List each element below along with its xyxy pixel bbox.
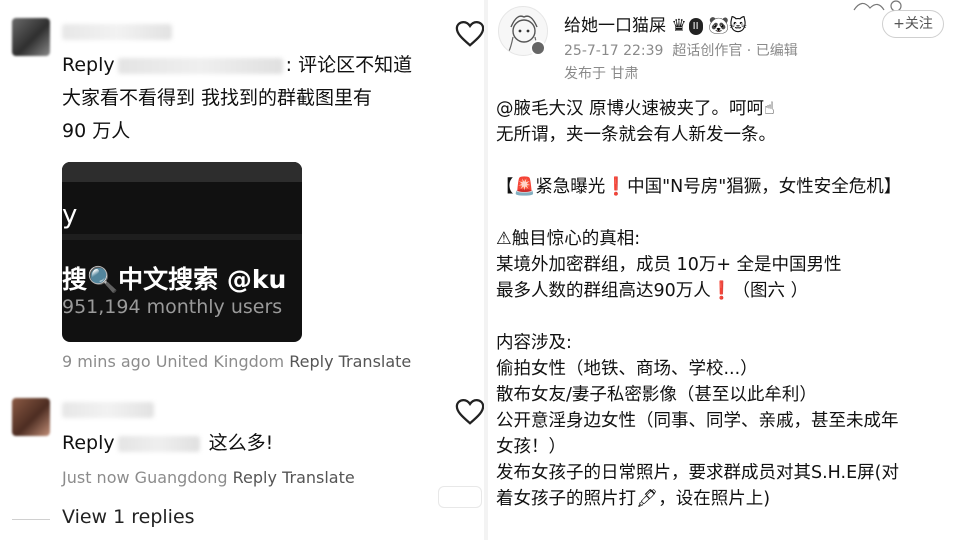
comment-text: Reply : 评论区不知道 大家看不看得到 我找到的群截图里有 90 万人: [62, 49, 412, 148]
image-divider: [62, 234, 302, 240]
reply-button[interactable]: Reply: [233, 468, 277, 487]
replies-divider: [12, 519, 50, 520]
post-line: 发布女孩子的日常照片，要求群成员对其S.H.E屏(对: [496, 463, 899, 483]
post-panel: 给她一口猫屎 ♛ II 🐼🐱 +关注 25-7-17 22:39 超话创作官 · …: [488, 0, 960, 540]
post-line: 某境外加密群组，成员 10万+ 全是中国男性: [496, 255, 842, 275]
post-line: 【🚨紧急曝光❗中国"N号房"猖獗，女性安全危机】: [496, 177, 902, 197]
post-line: 着女孩子的照片打🖋，设在照片上): [496, 489, 771, 509]
avatar[interactable]: [12, 398, 50, 436]
comment-attached-image[interactable]: y 搜🔍中文搜索 @ku 951,194 monthly users: [62, 162, 302, 342]
verified-badge-icon: [530, 40, 546, 56]
comment-reply-line: Reply : 评论区不知道: [62, 49, 412, 82]
comment-meta: Just now Guangdong Reply Translate: [62, 468, 355, 487]
comment-time: Just now: [62, 468, 130, 487]
like-heart-icon[interactable]: [455, 398, 485, 426]
post-line: @腋毛大汉 原博火速被夹了。呵呵☝: [496, 99, 775, 119]
author-name[interactable]: 给她一口猫屎: [564, 16, 666, 36]
post-meta: 25-7-17 22:39 超话创作官 · 已编辑: [564, 43, 798, 59]
panda-emoji-icon: 🐼: [707, 16, 730, 36]
post-timestamp: 25-7-17 22:39: [564, 43, 664, 59]
commenter-name-redacted: [62, 402, 154, 418]
comment-text: Reply 这么多!: [62, 427, 273, 460]
comments-panel: Reply : 评论区不知道 大家看不看得到 我找到的群截图里有 90 万人 y …: [0, 0, 488, 540]
edited-label[interactable]: 已编辑: [756, 43, 798, 59]
view-replies-button[interactable]: View 1 replies: [62, 506, 195, 528]
reply-prefix: Reply: [62, 432, 115, 454]
translate-button[interactable]: Translate: [339, 352, 412, 371]
author-name-row: 给她一口猫屎 ♛ II 🐼🐱: [564, 11, 747, 36]
comment-reply-line: Reply 这么多!: [62, 427, 273, 460]
image-partial-text: y: [62, 200, 78, 230]
comment-location: Guangdong: [134, 468, 228, 487]
follow-button[interactable]: +关注: [882, 10, 944, 38]
cat-emoji-icon: 🐱: [729, 16, 747, 36]
post-source: 超话创作官: [672, 43, 743, 59]
comment-location: United Kingdom: [155, 352, 285, 371]
image-channel-title: 搜🔍中文搜索 @ku: [62, 265, 287, 294]
comment-text-line2: 大家看不看得到 我找到的群截图里有: [62, 87, 373, 109]
post-line: 女孩！）: [496, 437, 566, 457]
image-monthly-users: 951,194 monthly users: [62, 296, 283, 318]
post-line: ⚠触目惊心的真相:: [496, 229, 641, 249]
level-badge: II: [688, 17, 703, 35]
post-line: 散布女友/妻子私密影像（甚至以此牟利）: [496, 385, 817, 405]
commenter-name-redacted: [62, 24, 172, 40]
comment-text-line3: 90 万人: [62, 120, 131, 142]
reply-button[interactable]: Reply: [289, 352, 333, 371]
comment-text-line1: 这么多!: [208, 432, 274, 454]
comment-meta: 9 mins ago United Kingdom Reply Translat…: [62, 352, 411, 371]
post-line: 最多人数的群组高达90万人❗（图六 ）: [496, 281, 809, 301]
comment-time: 9 mins ago: [62, 352, 151, 371]
crown-icon: ♛: [671, 16, 687, 36]
post-line: 内容涉及:: [496, 333, 572, 353]
reply-target-redacted: [117, 435, 200, 452]
post-line: 无所谓，夹一条就会有人新发一条。: [496, 125, 776, 145]
image-top-band: [62, 162, 302, 182]
post-location: 发布于 甘肃: [564, 66, 639, 82]
watermark-shape: [438, 486, 482, 508]
avatar[interactable]: [12, 18, 50, 56]
comment-text-line1: : 评论区不知道: [285, 54, 413, 76]
reply-prefix: Reply: [62, 54, 115, 76]
post-line: 公开意淫身边女性（同事、同学、亲戚，甚至未成年: [496, 411, 899, 431]
translate-button[interactable]: Translate: [282, 468, 355, 487]
like-heart-icon[interactable]: [455, 20, 485, 48]
post-line: 偷拍女性（地铁、商场、学校...）: [496, 359, 758, 379]
reply-target-redacted: [117, 57, 283, 74]
